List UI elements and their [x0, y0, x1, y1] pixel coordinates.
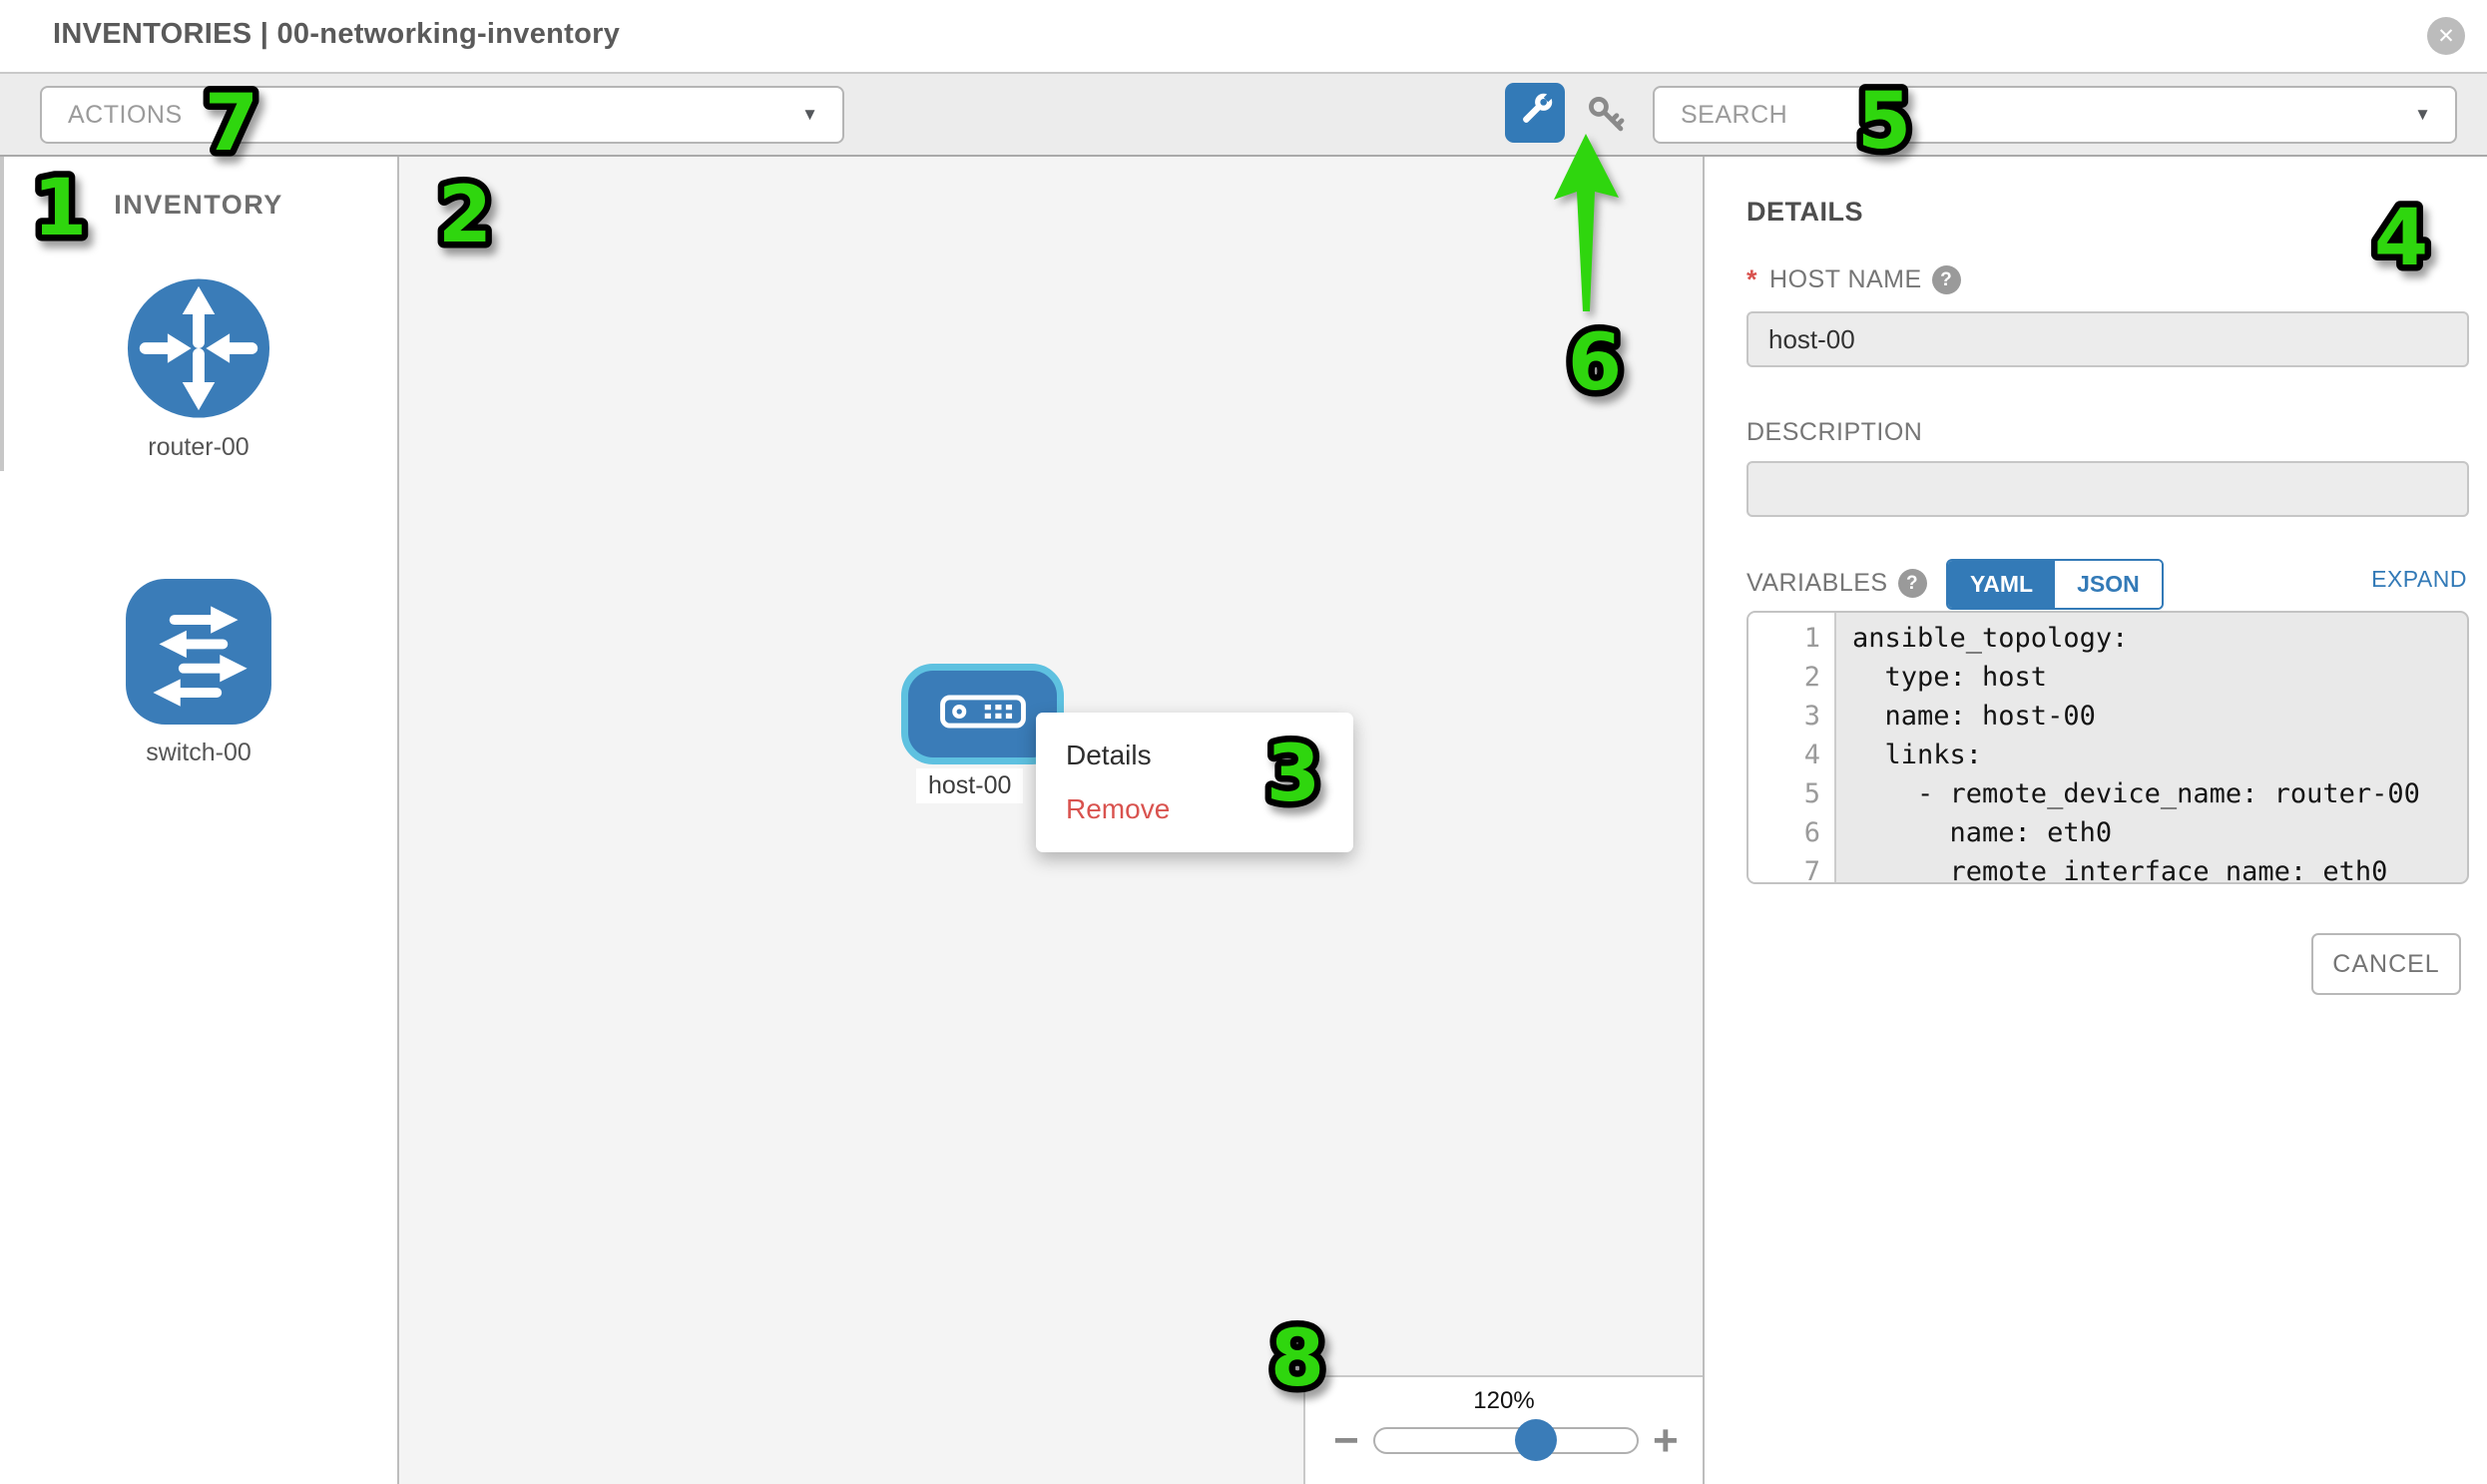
close-icon[interactable]: ✕ [2427, 17, 2465, 55]
tools-button[interactable] [1505, 83, 1565, 143]
chevron-down-icon: ▼ [801, 105, 818, 125]
line-number: 7 [1748, 852, 1834, 884]
zoom-in-button[interactable]: + [1653, 1419, 1679, 1463]
topology-canvas[interactable]: host-00 Details Remove 120% − + [399, 157, 1703, 1484]
code-line: ansible_topology: [1852, 619, 2467, 658]
code-area[interactable]: ansible_topology: type: host name: host-… [1836, 613, 2467, 882]
variables-label-row: VARIABLES ? [1746, 569, 1927, 598]
search-dropdown-label: SEARCH [1681, 101, 1787, 130]
description-label: DESCRIPTION [1746, 418, 1922, 447]
sidebar-item-label: router-00 [0, 433, 397, 462]
host-name-label-row: * HOST NAME ? [1746, 264, 1961, 295]
sidebar-item-router[interactable]: router-00 [0, 274, 397, 462]
details-panel-title: DETAILS [1746, 197, 1863, 228]
zoom-slider[interactable] [1373, 1427, 1639, 1454]
host-icon [939, 692, 1027, 737]
key-button[interactable] [1585, 95, 1629, 139]
context-menu-item-details[interactable]: Details [1036, 729, 1353, 782]
cancel-button[interactable]: CANCEL [2311, 933, 2461, 995]
router-icon [123, 274, 274, 427]
inventory-sidebar: INVENTORY [0, 157, 399, 1484]
code-line: remote_interface_name: eth0 [1852, 852, 2467, 884]
host-node-label: host-00 [916, 768, 1023, 803]
description-input[interactable] [1746, 461, 2469, 517]
actions-dropdown[interactable]: ACTIONS ▼ [40, 86, 844, 144]
line-number: 6 [1748, 813, 1834, 852]
zoom-slider-thumb[interactable] [1515, 1419, 1557, 1461]
actions-dropdown-label: ACTIONS [68, 101, 183, 130]
host-name-label: HOST NAME [1769, 265, 1922, 294]
wrench-icon [1514, 90, 1556, 137]
code-line: links: [1852, 736, 2467, 774]
help-icon[interactable]: ? [1932, 265, 1961, 294]
sidebar-title: INVENTORY [0, 190, 397, 221]
sidebar-item-switch[interactable]: switch-00 [0, 576, 397, 767]
toolbar: ACTIONS ▼ [0, 74, 2487, 157]
code-line: name: eth0 [1852, 813, 2467, 852]
code-line: type: host [1852, 658, 2467, 697]
line-number: 4 [1748, 736, 1834, 774]
required-asterisk: * [1746, 264, 1757, 295]
close-glyph: ✕ [2437, 24, 2455, 49]
expand-link[interactable]: EXPAND [2371, 566, 2467, 593]
context-menu: Details Remove [1036, 713, 1353, 852]
details-panel: DETAILS * HOST NAME ? DESCRIPTION VARIAB… [1703, 157, 2487, 1484]
sidebar-item-label: switch-00 [0, 739, 397, 767]
zoom-control: 120% − + [1303, 1375, 1703, 1484]
variables-format-toggle: YAML JSON [1946, 559, 2164, 610]
page-title: INVENTORIES | 00-networking-inventory [53, 18, 620, 51]
search-dropdown[interactable]: SEARCH ▼ [1653, 86, 2457, 144]
host-name-input[interactable] [1746, 311, 2469, 367]
code-line: - remote_device_name: router-00 [1852, 774, 2467, 813]
variables-label: VARIABLES [1746, 569, 1888, 598]
zoom-out-button[interactable]: − [1333, 1419, 1359, 1463]
description-label-row: DESCRIPTION [1746, 418, 1922, 447]
code-line-numbers: 1 2 3 4 5 6 7 [1748, 613, 1836, 882]
chevron-down-icon: ▼ [2414, 105, 2431, 125]
help-icon[interactable]: ? [1898, 569, 1927, 598]
inventory-topology-app: INVENTORIES | 00-networking-inventory ✕ … [0, 0, 2487, 1484]
header-bar: INVENTORIES | 00-networking-inventory ✕ [0, 0, 2487, 74]
variables-code-editor: 1 2 3 4 5 6 7 ansible_topology: type: ho… [1746, 611, 2469, 884]
line-number: 5 [1748, 774, 1834, 813]
switch-icon [123, 576, 274, 733]
code-line: name: host-00 [1852, 697, 2467, 736]
zoom-level-label: 120% [1305, 1387, 1703, 1415]
tab-json[interactable]: JSON [2055, 561, 2162, 608]
key-icon [1585, 93, 1629, 142]
line-number: 3 [1748, 697, 1834, 736]
tab-yaml[interactable]: YAML [1948, 561, 2055, 608]
line-number: 2 [1748, 658, 1834, 697]
context-menu-item-remove[interactable]: Remove [1036, 782, 1353, 836]
line-number: 1 [1748, 619, 1834, 658]
